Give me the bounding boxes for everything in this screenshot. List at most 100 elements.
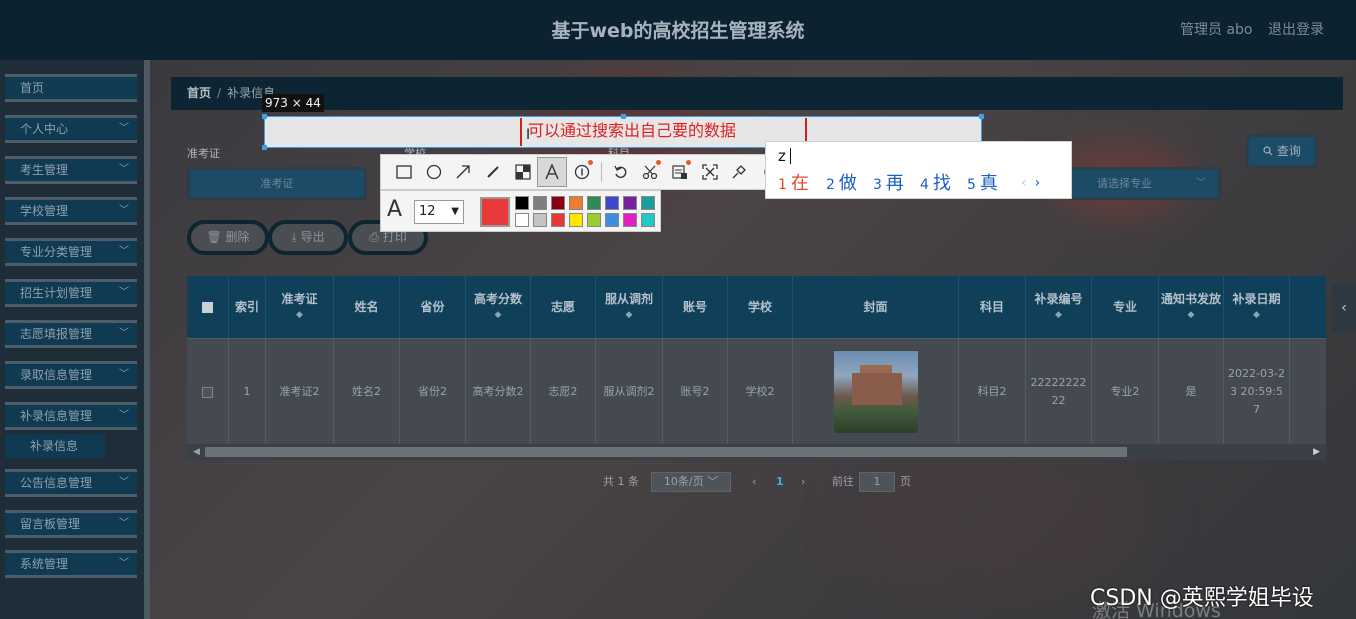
resize-handle[interactable] — [262, 145, 267, 150]
ellipse-icon[interactable] — [419, 157, 449, 187]
breadcrumb-home[interactable]: 首页 — [187, 86, 211, 100]
color-swatch[interactable] — [551, 196, 565, 210]
resize-handle[interactable] — [262, 114, 267, 119]
color-swatch[interactable] — [623, 213, 637, 227]
ime-pager[interactable]: ‹ › — [1021, 175, 1040, 191]
col-header[interactable]: 账号 — [663, 276, 728, 338]
sidebar-item[interactable]: 个人中心 ﹀ — [5, 115, 137, 143]
undo-icon[interactable] — [606, 157, 636, 187]
color-swatch[interactable] — [515, 213, 529, 227]
sidebar-item[interactable]: 公告信息管理 ﹀ — [5, 469, 137, 497]
number-marker-icon[interactable] — [567, 157, 597, 187]
color-swatch[interactable] — [515, 196, 529, 210]
major-select[interactable]: 请选择专业 ﹀ — [1068, 167, 1221, 200]
current-color-swatch[interactable] — [480, 197, 510, 227]
scroll-left-icon[interactable]: ◀ — [193, 444, 200, 460]
ime-next-icon[interactable]: › — [1035, 175, 1041, 191]
scissor-icon[interactable] — [636, 157, 666, 187]
font-size-select[interactable]: 12 ▼ — [414, 200, 464, 224]
scan-icon[interactable] — [695, 157, 725, 187]
scrollbar-thumb[interactable] — [205, 447, 1127, 457]
col-header[interactable]: 高考分数 ◆ — [466, 276, 531, 338]
sort-icon[interactable]: ◆ — [296, 307, 303, 323]
scroll-right-icon[interactable]: ▶ — [1313, 444, 1320, 460]
pencil-icon[interactable] — [478, 157, 508, 187]
col-header[interactable]: 省份 — [400, 276, 466, 338]
col-header[interactable]: 科目 — [959, 276, 1026, 338]
ime-candidate[interactable]: 4找 — [920, 172, 951, 197]
col-header[interactable]: 服从调剂 ◆ — [596, 276, 663, 338]
sidebar-item[interactable]: 专业分类管理 ﹀ — [5, 238, 137, 266]
sidebar-subitem-supplementary-info[interactable]: 补录信息 — [5, 434, 105, 458]
arrow-icon[interactable] — [448, 157, 478, 187]
resize-handle[interactable] — [979, 114, 984, 119]
logout-link[interactable]: 退出登录 — [1268, 19, 1324, 39]
sort-icon[interactable]: ◆ — [626, 307, 633, 323]
col-header[interactable]: 姓名 — [334, 276, 400, 338]
sort-icon[interactable]: ◆ — [495, 307, 502, 323]
collapse-panel-tab[interactable]: ‹ — [1332, 283, 1356, 333]
export-button[interactable]: ⤓ 导出 — [268, 220, 348, 255]
color-swatch[interactable] — [569, 196, 583, 210]
goto-page-input[interactable]: 1 — [859, 472, 895, 492]
page-number-current[interactable]: 1 — [776, 472, 784, 492]
sidebar-item[interactable]: 系统管理 ﹀ — [5, 550, 137, 578]
annotation-text[interactable]: 可以通过搜索出自己要的数据 — [528, 120, 736, 142]
row-checkbox-cell[interactable] — [187, 339, 229, 444]
admin-user-label[interactable]: 管理员 abo — [1180, 19, 1252, 39]
col-header[interactable]: 志愿 — [531, 276, 596, 338]
page-size-select[interactable]: 10条/页 ﹀ — [651, 472, 731, 492]
ime-candidate[interactable]: 5真 — [967, 172, 998, 197]
color-swatch[interactable] — [605, 196, 619, 210]
sidebar-item[interactable]: 补录信息管理 ﹀ — [5, 402, 137, 430]
color-swatch[interactable] — [641, 196, 655, 210]
col-header: 索引 — [229, 276, 266, 338]
sidebar-item[interactable]: 录取信息管理 ﹀ — [5, 361, 137, 389]
ime-candidate[interactable]: 3再 — [873, 172, 904, 197]
col-header[interactable]: 封面 — [793, 276, 959, 338]
sort-icon[interactable]: ◆ — [1253, 307, 1260, 323]
ticket-search-input[interactable]: 准考证 — [187, 167, 367, 200]
select-all-checkbox[interactable] — [202, 301, 213, 313]
pin-icon[interactable] — [725, 157, 755, 187]
sort-icon[interactable]: ◆ — [1055, 307, 1062, 323]
color-swatch[interactable] — [569, 213, 583, 227]
color-swatch[interactable] — [623, 196, 637, 210]
sidebar-item[interactable]: 志愿填报管理 ﹀ — [5, 320, 137, 348]
sort-icon[interactable]: ◆ — [1188, 307, 1195, 323]
sidebar-item[interactable]: 学校管理 ﹀ — [5, 197, 137, 225]
color-swatch[interactable] — [605, 213, 619, 227]
prev-page-icon[interactable]: ‹ — [752, 472, 756, 492]
resize-handle[interactable] — [621, 114, 626, 119]
col-header[interactable]: 补录编号 ◆ — [1026, 276, 1092, 338]
col-header[interactable]: 补录日期 ◆ — [1224, 276, 1290, 338]
color-swatch[interactable] — [587, 196, 601, 210]
ime-prev-icon[interactable]: ‹ — [1021, 175, 1027, 191]
col-header[interactable]: 准考证 ◆ — [266, 276, 334, 338]
sidebar-item[interactable]: 首页 — [5, 74, 137, 102]
ocr-icon[interactable] — [665, 157, 695, 187]
col-header[interactable]: 专业 — [1092, 276, 1159, 338]
next-page-icon[interactable]: › — [801, 472, 805, 492]
row-checkbox[interactable] — [202, 386, 213, 398]
color-swatch[interactable] — [533, 196, 547, 210]
sidebar-item[interactable]: 留言板管理 ﹀ — [5, 510, 137, 538]
select-all-checkbox-cell[interactable] — [187, 276, 229, 338]
color-swatch[interactable] — [533, 213, 547, 227]
sidebar-item[interactable]: 考生管理 ﹀ — [5, 156, 137, 184]
cover-image[interactable] — [833, 351, 918, 433]
ime-candidate[interactable]: 2做 — [826, 172, 857, 197]
color-swatch[interactable] — [641, 213, 655, 227]
color-swatch[interactable] — [551, 213, 565, 227]
text-tool-icon[interactable] — [537, 157, 568, 187]
col-header[interactable]: 通知书发放 ◆ — [1159, 276, 1224, 338]
horizontal-scrollbar[interactable]: ◀ ▶ — [187, 444, 1326, 460]
query-button[interactable]: 查询 — [1246, 134, 1318, 168]
rectangle-icon[interactable] — [389, 157, 419, 187]
color-swatch[interactable] — [587, 213, 601, 227]
sidebar-item[interactable]: 招生计划管理 ﹀ — [5, 279, 137, 307]
ime-candidate[interactable]: 1在 — [778, 172, 809, 197]
mosaic-icon[interactable] — [508, 157, 538, 187]
col-header[interactable]: 学校 — [728, 276, 793, 338]
delete-button[interactable]: 🗑 删除 — [187, 220, 269, 255]
